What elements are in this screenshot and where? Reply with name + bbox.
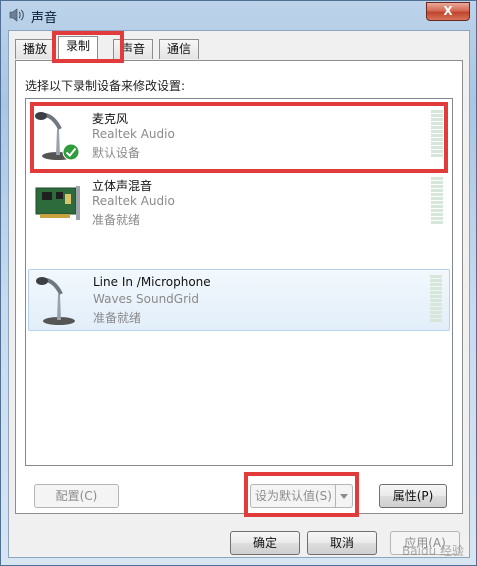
device-status: 准备就绪 [92,213,141,227]
device-status: 准备就绪 [93,311,142,325]
ok-button[interactable]: 确定 [230,531,300,555]
device-item-microphone[interactable]: 麦克风 Realtek Audio 默认设备 [28,105,450,167]
device-driver: Realtek Audio [92,127,175,141]
set-default-label: 设为默认值(S) [255,489,332,503]
cancel-button[interactable]: 取消 [307,531,377,555]
set-default-button[interactable]: 设为默认值(S) [250,484,353,508]
device-driver: Waves SoundGrid [93,292,199,306]
properties-button[interactable]: 属性(P) [379,484,447,508]
dialog-client-area: 播放 录制 声音 通信 选择以下录制设备来修改设置: 麦克风 Realtek A… [8,30,470,558]
device-item-line-in[interactable]: Line In /Microphone Waves SoundGrid 准备就绪 [28,269,450,331]
watermark-text: Baidu 经验 [402,544,464,558]
level-meter [430,275,442,325]
title-bar[interactable]: 声音 X [1,1,476,29]
device-item-stereo-mix[interactable]: 立体声混音 Realtek Audio 准备就绪 [28,172,450,234]
speaker-icon [9,8,24,22]
tab-recording[interactable]: 录制 [58,36,99,61]
device-name: Line In /Microphone [93,275,211,289]
level-meter [431,110,443,160]
device-name: 立体声混音 [92,179,153,193]
level-meter [431,177,443,227]
chevron-down-icon[interactable] [335,485,352,507]
window-title: 声音 [31,11,58,26]
instruction-text: 选择以下录制设备来修改设置: [25,79,186,93]
close-button[interactable]: X [426,2,470,21]
device-status: 默认设备 [92,146,141,160]
tab-communications[interactable]: 通信 [159,39,200,59]
sound-dialog-window: 声音 X 播放 录制 声音 通信 选择以下录制设备来修改设置: 麦克风 Real… [0,0,477,566]
tab-playback[interactable]: 播放 [15,39,56,59]
default-check-icon [62,143,80,161]
tab-sounds[interactable]: 声音 [113,39,154,59]
microphone-icon [36,277,75,325]
device-driver: Realtek Audio [92,194,175,208]
configure-button[interactable]: 配置(C) [34,484,119,508]
recording-device-list[interactable]: 麦克风 Realtek Audio 默认设备 立体声混音 Realtek Aud… [25,98,453,466]
device-name: 麦克风 [92,112,129,126]
sound-card-icon [35,186,80,220]
